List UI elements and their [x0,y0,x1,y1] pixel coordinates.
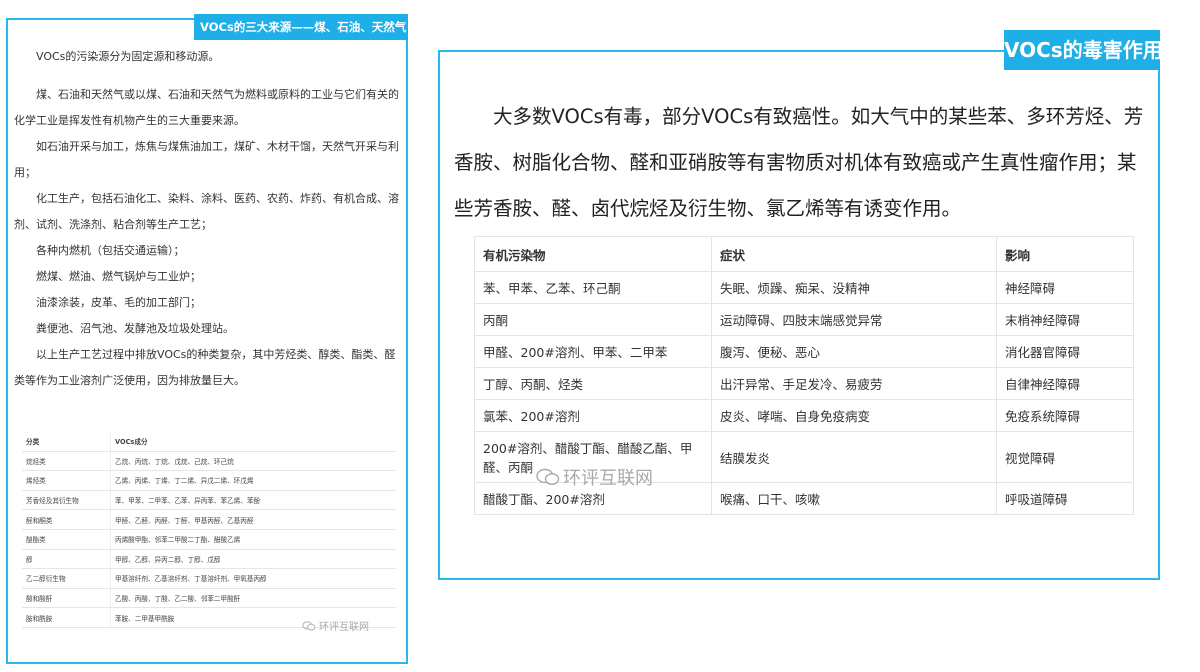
table-header-row: 有机污染物 症状 影响 [474,236,1134,272]
table-cell: 视觉障碍 [996,431,1134,483]
table-cell: 乙烷、丙烷、丁烷、戊烷、己烷、环己烷 [110,451,396,472]
toxicity-text: 大多数VOCs有毒，部分VOCs有致癌性。如大气中的某些苯、多环芳烃、芳香胺、树… [454,94,1150,232]
sources-paragraph: VOCs的污染源分为固定源和移动源。 [36,50,220,63]
table-cell: 乙烯、丙烯、丁烯、丁二烯、异戊二烯、环戊烯 [110,470,396,491]
sources-paragraph: 煤、石油和天然气或以煤、石油和天然气为燃料或原料的工业与它们有关的化学工业是挥发… [14,88,399,127]
sources-panel: VOCs的三大来源——煤、石油、天然气 VOCs的污染源分为固定源和移动源。 煤… [6,14,408,664]
table-row: 芳香烃及其衍生物 苯、甲苯、二甲苯、乙苯、异丙苯、苯乙烯、苯酚 [22,490,396,511]
sources-paragraph: 化工生产，包括石油化工、染料、涂料、医药、农药、炸药、有机合成、溶剂、试剂、洗涤… [14,192,399,231]
table-cell: 呼吸道障碍 [996,482,1134,515]
table-cell: 醚酯类 [22,529,111,550]
table-row: 苯、甲苯、乙苯、环己酮 失眠、烦躁、痴呆、没精神 神经障碍 [474,271,1134,304]
sources-paragraph: 如石油开采与加工，炼焦与煤焦油加工，煤矿、木材干馏，天然气开采与利用； [14,140,399,179]
table-cell: 丙烯酸甲酯、邻苯二甲酸二丁酯、醋酸乙烯 [110,529,396,550]
toxicity-paragraph: 大多数VOCs有毒，部分VOCs有致癌性。如大气中的某些苯、多环芳烃、芳香胺、树… [454,105,1144,220]
watermark: 环评互联网 [302,618,369,633]
sources-paragraph: 燃煤、燃油、燃气锅炉与工业炉； [36,270,201,283]
table-header-cell: 影响 [996,236,1134,272]
table-cell: 出汗异常、手足发冷、易疲劳 [711,367,997,400]
table-row: 乙二醇衍生物 甲基溶纤剂、乙基溶纤剂、丁基溶纤剂、甲氧基丙醇 [22,568,396,589]
sources-paragraph: 各种内燃机（包括交通运输）； [36,244,185,257]
table-row: 丁醇、丙酮、烃类 出汗异常、手足发冷、易疲劳 自律神经障碍 [474,367,1134,400]
table-cell: 腹泻、便秘、恶心 [711,335,997,368]
table-cell: 乙二醇衍生物 [22,568,111,589]
table-cell: 苯、甲苯、乙苯、环己酮 [474,271,712,304]
vocs-classification-table: 分类 VOCs成分 烷烃类 乙烷、丙烷、丁烷、戊烷、己烷、环己烷 烯烃类 乙烯、丙烯… [22,432,396,628]
table-cell: 甲基溶纤剂、乙基溶纤剂、丁基溶纤剂、甲氧基丙醇 [110,568,396,589]
table-header-cell: 症状 [711,236,997,272]
table-cell: 甲醛、200#溶剂、甲苯、二甲苯 [474,335,712,368]
table-row: 烯烃类 乙烯、丙烯、丁烯、丁二烯、异戊二烯、环戊烯 [22,470,396,491]
table-cell: 消化器官障碍 [996,335,1134,368]
table-cell: 烯烃类 [22,470,111,491]
table-cell: 自律神经障碍 [996,367,1134,400]
sources-title-tag: VOCs的三大来源——煤、石油、天然气 [194,14,408,40]
wechat-icon [302,620,316,631]
table-header-cell: VOCs成分 [110,432,396,452]
table-row: 氯苯、200#溶剂 皮炎、哮喘、自身免疫病变 免疫系统障碍 [474,399,1134,432]
table-cell: 结膜发炎 [711,431,997,483]
watermark: 环评互联网 [536,464,653,490]
table-cell: 丁醇、丙酮、烃类 [474,367,712,400]
sources-paragraph: 粪便池、沼气池、发酵池及垃圾处理站。 [36,322,234,335]
table-header-cell: 有机污染物 [474,236,712,272]
watermark-text: 环评互联网 [563,468,653,489]
table-row: 醚酯类 丙烯酸甲酯、邻苯二甲酸二丁酯、醋酸乙烯 [22,529,396,550]
wechat-icon [536,468,560,486]
table-cell: 喉痛、口干、咳嗽 [711,482,997,515]
table-header-row: 分类 VOCs成分 [22,432,396,452]
table-cell: 甲醇、乙醇、异丙二醇、丁醇、戊醇 [110,549,396,570]
table-cell: 运动障碍、四肢末端感觉异常 [711,303,997,336]
table-cell: 失眠、烦躁、痴呆、没精神 [711,271,997,304]
table-row: 醛和酮类 甲醛、乙醛、丙醛、丁醛、甲基丙醛、乙基丙醛 [22,509,396,530]
table-cell: 丙酮 [474,303,712,336]
table-cell: 神经障碍 [996,271,1134,304]
table-row: 醇甲醇、乙醇、异丙二醇、丁醇、戊醇 [22,549,396,570]
table-row: 酸和酸酐 乙酸、丙酸、丁酸、乙二酸、邻苯二甲酸酐 [22,588,396,609]
table-cell: 烷烃类 [22,451,111,472]
sources-paragraph: 以上生产工艺过程中排放VOCs的种类复杂，其中芳烃类、醇类、酯类、醛类等作为工业… [14,348,396,387]
table-cell: 苯、甲苯、二甲苯、乙苯、异丙苯、苯乙烯、苯酚 [110,490,396,511]
table-cell: 皮炎、哮喘、自身免疫病变 [711,399,997,432]
table-cell: 胺和酰胺 [22,607,111,628]
table-cell: 乙酸、丙酸、丁酸、乙二酸、邻苯二甲酸酐 [110,588,396,609]
table-row: 甲醛、200#溶剂、甲苯、二甲苯 腹泻、便秘、恶心 消化器官障碍 [474,335,1134,368]
table-header-cell: 分类 [22,432,111,452]
table-cell: 醛和酮类 [22,509,111,530]
toxicity-panel: VOCs的毒害作用 大多数VOCs有毒，部分VOCs有致癌性。如大气中的某些苯、… [438,30,1160,580]
toxicity-title-tag: VOCs的毒害作用 [1004,30,1160,70]
table-cell: 免疫系统障碍 [996,399,1134,432]
table-cell: 醇 [22,549,111,570]
table-cell: 末梢神经障碍 [996,303,1134,336]
table-cell: 甲醛、乙醛、丙醛、丁醛、甲基丙醛、乙基丙醛 [110,509,396,530]
table-row: 烷烃类 乙烷、丙烷、丁烷、戊烷、己烷、环己烷 [22,451,396,472]
sources-text: VOCs的污染源分为固定源和移动源。 煤、石油和天然气或以煤、石油和天然气为燃料… [14,44,404,394]
watermark-text: 环评互联网 [319,622,369,633]
table-cell: 氯苯、200#溶剂 [474,399,712,432]
table-cell: 酸和酸酐 [22,588,111,609]
sources-paragraph: 油漆涂装，皮革、毛的加工部门； [36,296,201,309]
table-cell: 芳香烃及其衍生物 [22,490,111,511]
table-row: 丙酮 运动障碍、四肢末端感觉异常 末梢神经障碍 [474,303,1134,336]
